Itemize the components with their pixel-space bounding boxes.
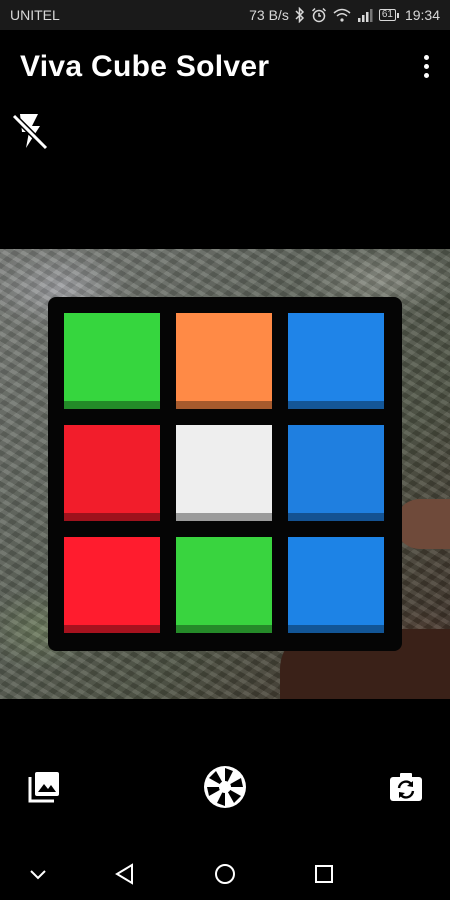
cube-sticker — [64, 313, 160, 409]
alarm-icon — [311, 7, 326, 23]
net-speed: 73 B/s — [249, 7, 289, 23]
flash-off-icon[interactable] — [10, 110, 50, 152]
cube-sticker — [288, 425, 384, 521]
cube-sticker — [176, 313, 272, 409]
cube-sticker — [176, 537, 272, 633]
back-triangle-icon[interactable] — [112, 861, 138, 887]
cube-sticker — [64, 425, 160, 521]
thumb-background — [395, 499, 450, 549]
carrier-name: UNITEL — [10, 7, 60, 23]
bluetooth-icon — [295, 7, 304, 23]
more-vert-icon[interactable] — [418, 50, 434, 82]
chevron-down-icon[interactable] — [25, 861, 51, 887]
cube-sticker — [176, 425, 272, 521]
system-nav-bar — [0, 848, 450, 900]
photo-library-icon[interactable] — [26, 769, 62, 805]
app-title: Viva Cube Solver — [20, 50, 270, 83]
cube-face — [48, 297, 402, 651]
switch-camera-icon[interactable] — [388, 769, 424, 805]
recents-square-icon[interactable] — [311, 861, 337, 887]
cube-sticker — [288, 313, 384, 409]
clock: 19:34 — [404, 7, 440, 23]
cube-sticker — [288, 537, 384, 633]
status-icons: 73 B/s 61 19:34 — [249, 5, 440, 25]
battery-level: 61 — [378, 9, 396, 21]
signal-icon — [357, 9, 373, 22]
home-circle-icon[interactable] — [212, 861, 238, 887]
camera-shutter-icon[interactable] — [203, 765, 247, 809]
camera-preview — [0, 249, 450, 699]
app-bar: Viva Cube Solver — [0, 30, 450, 104]
wifi-icon — [333, 8, 351, 22]
status-bar: UNITEL 73 B/s 61 19:34 — [0, 0, 450, 30]
battery-icon: 61 — [378, 9, 399, 21]
cube-sticker — [64, 537, 160, 633]
